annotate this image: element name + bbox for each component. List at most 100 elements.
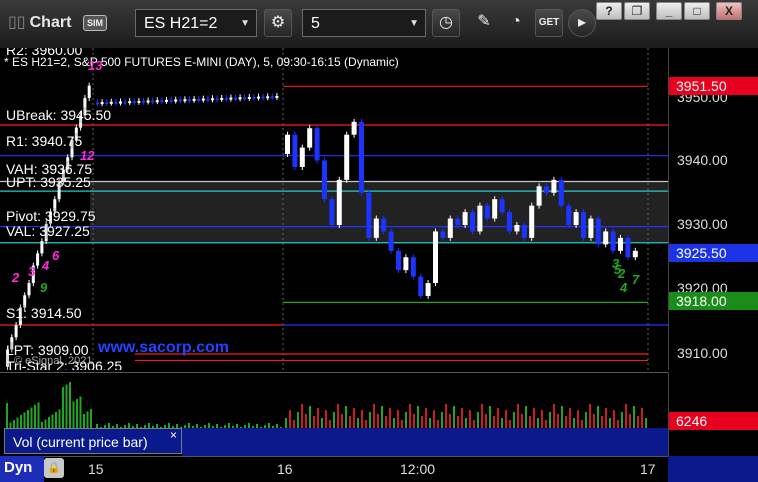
volume-bar bbox=[83, 414, 85, 429]
copyright: © eSignal, 2021 bbox=[14, 355, 93, 367]
candle-body bbox=[307, 128, 313, 148]
maximize-button[interactable]: □ bbox=[684, 2, 710, 20]
volume-flag: 6246 bbox=[669, 412, 758, 430]
volume-bar bbox=[373, 404, 375, 429]
price-plot[interactable]: * ES H21=2, S&P 500 FUTURES E-MINI (DAY)… bbox=[0, 48, 668, 370]
price-axis[interactable]: 3950.00 3940.00 3930.00 3920.00 3910.00 3951… bbox=[668, 48, 758, 370]
volume-label[interactable]: Vol (current price bar) bbox=[4, 428, 182, 454]
close-icon[interactable]: × bbox=[170, 428, 177, 442]
volume-bar bbox=[449, 414, 451, 429]
volume-bar bbox=[90, 409, 92, 429]
volume-legend-bar bbox=[182, 428, 668, 456]
candle-body bbox=[595, 218, 601, 245]
candle-body bbox=[403, 257, 409, 271]
candle-body bbox=[632, 250, 638, 258]
candle-body bbox=[201, 98, 205, 101]
level-label: UBreak: 3945.50 bbox=[6, 107, 112, 123]
volume-bar bbox=[6, 403, 8, 429]
clock-icon[interactable]: ◷ bbox=[432, 9, 460, 37]
level-label: UPT: 3935.25 bbox=[6, 174, 91, 190]
candle-body bbox=[285, 134, 290, 155]
candle-body bbox=[178, 99, 182, 102]
volume-bar bbox=[621, 412, 623, 429]
indicator-icon[interactable]: ◔ bbox=[502, 9, 530, 37]
volume-bar bbox=[301, 404, 303, 429]
swing-marker: 9 bbox=[40, 280, 48, 295]
volume-bar bbox=[76, 399, 78, 429]
grip-icon[interactable]: ▯▯ bbox=[8, 14, 26, 31]
candle-body bbox=[192, 98, 196, 101]
candle-body bbox=[266, 96, 270, 99]
volume-bar bbox=[569, 408, 571, 429]
candle-body bbox=[610, 231, 616, 251]
volume-bar bbox=[413, 414, 415, 429]
volume-bar bbox=[441, 412, 443, 429]
candle-body bbox=[100, 102, 104, 105]
volume-bar bbox=[481, 404, 483, 429]
candle-body bbox=[336, 179, 342, 225]
time-axis[interactable]: 15 16 12:00 17 bbox=[0, 456, 668, 482]
volume-bar bbox=[381, 406, 383, 429]
chevron-down-icon[interactable]: ▼ bbox=[240, 10, 250, 38]
volume-bar bbox=[317, 408, 319, 429]
candle-body bbox=[410, 257, 416, 277]
volume-bar bbox=[325, 410, 327, 429]
volume-bar bbox=[477, 412, 479, 429]
volume-bar bbox=[65, 384, 68, 429]
candle-body bbox=[169, 99, 173, 102]
settings-gear-icon[interactable]: ⚙ bbox=[264, 9, 292, 37]
help-button[interactable]: ? bbox=[596, 2, 622, 20]
candle-body bbox=[351, 121, 357, 135]
candle-body bbox=[142, 100, 145, 103]
volume-bar bbox=[525, 406, 527, 429]
level-label: Pivot: 3929.75 bbox=[6, 208, 96, 224]
candle-body bbox=[433, 231, 438, 284]
play-icon[interactable]: ▸ bbox=[568, 9, 596, 37]
candle-body bbox=[373, 218, 379, 238]
candle-body bbox=[206, 98, 210, 101]
get-icon[interactable]: GET bbox=[535, 9, 563, 37]
candle-body bbox=[447, 218, 453, 238]
volume-bar bbox=[453, 406, 455, 429]
candle-body bbox=[440, 231, 446, 238]
candle-body bbox=[588, 218, 594, 238]
candle-body bbox=[499, 199, 505, 213]
level-label: VAL: 3927.25 bbox=[6, 223, 90, 239]
minimize-button[interactable]: _ bbox=[656, 2, 682, 20]
interval-value: 5 bbox=[311, 15, 320, 32]
candle-body bbox=[132, 101, 136, 104]
restore-button[interactable]: ❐ bbox=[624, 2, 650, 20]
price-chart-svg bbox=[0, 48, 668, 370]
pencil-icon[interactable]: ✎ bbox=[470, 9, 498, 37]
volume-bar bbox=[445, 404, 447, 429]
candle-body bbox=[220, 97, 224, 100]
title-text: Chart bbox=[29, 14, 72, 31]
volume-bar bbox=[23, 412, 26, 429]
level-label: S1: 3914.50 bbox=[6, 305, 82, 321]
volume-bar bbox=[541, 410, 543, 429]
candle-body bbox=[477, 205, 483, 232]
chevron-down-icon[interactable]: ▼ bbox=[409, 10, 419, 38]
candle-body bbox=[366, 192, 372, 238]
symbol-select[interactable]: ES H21=2 ▼ bbox=[135, 9, 257, 37]
time-tick: 17 bbox=[640, 461, 656, 477]
volume-bar bbox=[641, 408, 643, 429]
sim-badge: SIM bbox=[83, 15, 107, 31]
volume-bar bbox=[51, 414, 54, 429]
candle-body bbox=[514, 225, 520, 232]
dynamic-button[interactable]: Dyn bbox=[0, 456, 44, 482]
symbol-value: ES H21=2 bbox=[144, 15, 218, 32]
candle-body bbox=[229, 97, 233, 100]
lock-icon[interactable]: 🔒 bbox=[44, 458, 64, 478]
volume-bar bbox=[37, 402, 40, 429]
volume-bar bbox=[605, 408, 607, 429]
volume-bar bbox=[597, 406, 599, 429]
swing-marker: 2 bbox=[12, 270, 20, 285]
volume-bar bbox=[20, 415, 22, 429]
candle-body bbox=[529, 205, 535, 238]
volume-bar bbox=[55, 412, 57, 429]
interval-select[interactable]: 5 ▼ bbox=[302, 9, 426, 37]
candle-body bbox=[492, 199, 498, 219]
close-button[interactable]: X bbox=[716, 2, 742, 20]
swing-marker: 3 bbox=[28, 264, 36, 279]
